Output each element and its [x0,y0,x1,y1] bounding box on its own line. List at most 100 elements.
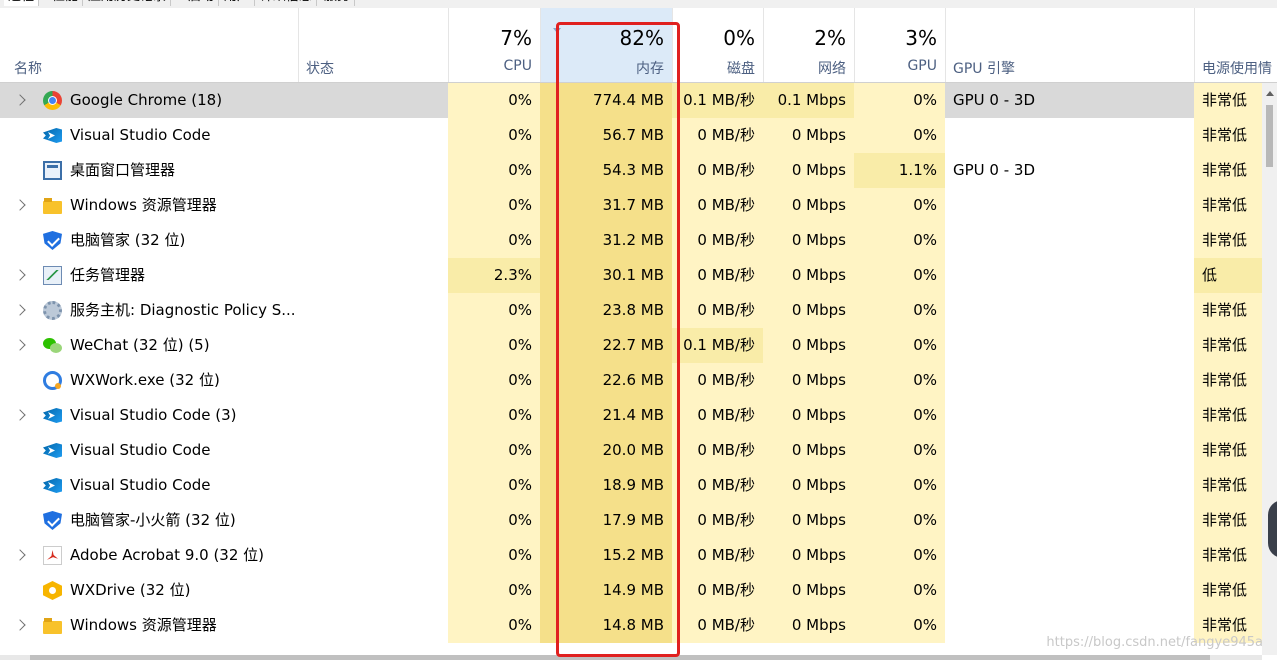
vscode-icon [43,476,62,495]
tab-3[interactable]: 启动 [184,0,220,6]
cpu-cell: 2.3% [448,258,540,293]
scroll-up-icon[interactable] [1266,91,1274,96]
process-name-cell[interactable]: Visual Studio Code (3) [0,398,448,433]
expand-chevron-icon[interactable] [14,619,26,631]
table-row[interactable]: 任务管理器 2.3% 30.1 MB 0 MB/秒 0 Mbps 0% 低 [0,258,1262,293]
table-row[interactable]: Google Chrome (18) 0% 774.4 MB 0.1 MB/秒 0.1 … [0,83,1262,118]
process-name: Adobe Acrobat 9.0 (32 位) [70,546,265,564]
table-row[interactable]: 服务主机: Diagnostic Policy S... 0% 23.8 MB 0 M… [0,293,1262,328]
table-row[interactable]: Adobe Acrobat 9.0 (32 位) 0% 15.2 MB 0 MB/秒 0… [0,538,1262,573]
process-name-cell[interactable]: WXWork.exe (32 位) [0,363,448,398]
process-name: WeChat (32 位) (5) [70,336,210,354]
tab-2[interactable]: 应用历史记录 [84,0,172,6]
table-row[interactable]: WXDrive (32 位) 0% 14.9 MB 0 MB/秒 0 Mbps 0% 非常低 [0,573,1262,608]
horizontal-scroll-thumb[interactable] [30,655,1210,660]
disk-cell: 0.1 MB/秒 [672,328,763,363]
cpu-cell: 0% [448,83,540,118]
header-memory[interactable]: 82% 内存 [540,8,672,82]
process-name-cell[interactable]: Visual Studio Code [0,118,448,153]
process-name-cell[interactable]: Windows 资源管理器 [0,188,448,223]
header-gpu-engine[interactable]: GPU 引擎 [945,8,1194,82]
power-cell: 非常低 [1194,223,1262,258]
table-row[interactable]: Visual Studio Code 0% 18.9 MB 0 MB/秒 0 Mbps 0… [0,468,1262,503]
gpu-engine-cell [945,538,1194,573]
process-name-cell[interactable]: 电脑管家 (32 位) [0,223,448,258]
process-name-cell[interactable]: 电脑管家-小火箭 (32 位) [0,503,448,538]
power-cell: 非常低 [1194,573,1262,608]
power-cell: 非常低 [1194,188,1262,223]
memory-cell: 15.2 MB [540,538,672,573]
gpu-cell: 0% [854,83,945,118]
process-name-cell[interactable]: 桌面窗口管理器 [0,153,448,188]
wechat-icon [43,336,62,355]
process-name: Windows 资源管理器 [70,616,217,634]
cpu-cell: 0% [448,223,540,258]
folder-icon [43,616,62,635]
process-name-cell[interactable]: Visual Studio Code [0,433,448,468]
gpu-engine-cell [945,188,1194,223]
process-name: WXWork.exe (32 位) [70,371,220,389]
expand-chevron-icon[interactable] [14,409,26,421]
expand-chevron-icon[interactable] [14,549,26,561]
network-cell: 0 Mbps [763,608,854,643]
tab-4[interactable]: 用户 [220,0,256,6]
process-name-cell[interactable]: Visual Studio Code [0,468,448,503]
vertical-scrollbar[interactable] [1262,83,1277,655]
table-row[interactable]: 电脑管家-小火箭 (32 位) 0% 17.9 MB 0 MB/秒 0 Mbps 0% 非常… [0,503,1262,538]
process-name-cell[interactable]: Adobe Acrobat 9.0 (32 位) [0,538,448,573]
sort-down-icon [553,28,561,33]
memory-cell: 21.4 MB [540,398,672,433]
tab-6[interactable]: 服务 [320,0,356,6]
task-manager-icon [43,266,62,285]
power-cell: 非常低 [1194,293,1262,328]
gpu-engine-cell [945,363,1194,398]
power-cell: 低 [1194,258,1262,293]
table-row[interactable]: WeChat (32 位) (5) 0% 22.7 MB 0.1 MB/秒 0 Mbps… [0,328,1262,363]
tab-1[interactable]: 性能 [48,0,84,6]
expand-chevron-icon[interactable] [14,304,26,316]
expand-chevron-icon[interactable] [14,199,26,211]
table-row[interactable]: Visual Studio Code 0% 20.0 MB 0 MB/秒 0 Mbps 0… [0,433,1262,468]
horizontal-scrollbar[interactable] [0,655,1262,660]
process-name: Google Chrome (18) [70,91,223,109]
table-row[interactable]: Visual Studio Code 0% 56.7 MB 0 MB/秒 0 Mbps 0… [0,118,1262,153]
vscode-icon [43,406,62,425]
process-name-cell[interactable]: 任务管理器 [0,258,448,293]
process-name-cell[interactable]: WXDrive (32 位) [0,573,448,608]
process-name-cell[interactable]: Google Chrome (18) [0,83,448,118]
network-cell: 0 Mbps [763,573,854,608]
cpu-cell: 0% [448,538,540,573]
gear-icon [43,301,62,320]
header-disk[interactable]: 0% 磁盘 [672,8,763,82]
cpu-cell: 0% [448,468,540,503]
header-cpu[interactable]: 7% CPU [448,8,540,82]
expand-chevron-icon[interactable] [14,339,26,351]
header-power[interactable]: 电源使用情 [1194,8,1277,82]
tab-0[interactable]: 进程 [4,0,40,6]
expand-chevron-icon[interactable] [14,94,26,106]
table-row[interactable]: Windows 资源管理器 0% 31.7 MB 0 MB/秒 0 Mbps 0% 非常低 [0,188,1262,223]
process-name: 电脑管家 (32 位) [70,231,186,249]
gpu-cell: 0% [854,433,945,468]
memory-cell: 23.8 MB [540,293,672,328]
table-row[interactable]: WXWork.exe (32 位) 0% 22.6 MB 0 MB/秒 0 Mbps 0%… [0,363,1262,398]
expand-chevron-icon[interactable] [14,269,26,281]
header-gpu[interactable]: 3% GPU [854,8,945,82]
process-name-cell[interactable]: Windows 资源管理器 [0,608,448,643]
vertical-scroll-thumb[interactable] [1266,105,1273,167]
table-row[interactable]: 电脑管家 (32 位) 0% 31.2 MB 0 MB/秒 0 Mbps 0% 非常低 [0,223,1262,258]
memory-cell: 14.9 MB [540,573,672,608]
table-row[interactable]: Visual Studio Code (3) 0% 21.4 MB 0 MB/秒 0 M… [0,398,1262,433]
header-name[interactable]: 名称 [0,8,298,82]
tab-5[interactable]: 详细信息 [256,0,318,6]
process-name: WXDrive (32 位) [70,581,191,599]
header-network[interactable]: 2% 网络 [763,8,854,82]
process-name-cell[interactable]: 服务主机: Diagnostic Policy S... [0,293,448,328]
process-name-cell[interactable]: WeChat (32 位) (5) [0,328,448,363]
header-status[interactable]: 状态 [298,8,448,82]
table-row[interactable]: 桌面窗口管理器 0% 54.3 MB 0 MB/秒 0 Mbps 1.1% GPU 0 - … [0,153,1262,188]
cpu-cell: 0% [448,153,540,188]
floating-button[interactable] [1268,500,1277,558]
disk-cell: 0 MB/秒 [672,503,763,538]
memory-cell: 14.8 MB [540,608,672,643]
